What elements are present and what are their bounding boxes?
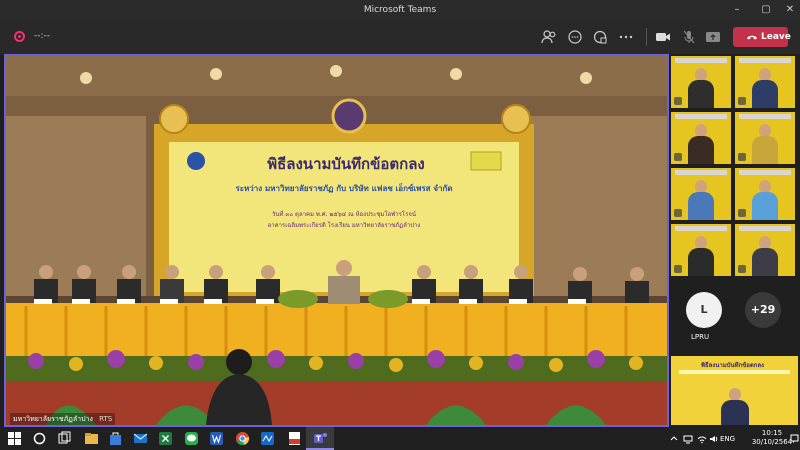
excel-icon[interactable] <box>158 431 173 446</box>
network-icon[interactable] <box>697 434 707 444</box>
system-clock[interactable]: 10:15 30/10/2564 <box>748 429 796 447</box>
participant-body <box>688 136 714 164</box>
close-icon[interactable]: ✕ <box>783 3 797 17</box>
participant-avatar[interactable]: L <box>686 292 722 328</box>
share-screen-icon[interactable] <box>704 28 722 46</box>
store-icon[interactable] <box>108 431 123 446</box>
more-actions-icon[interactable] <box>617 28 635 46</box>
participant-tile[interactable] <box>735 56 795 108</box>
chat-icon[interactable] <box>566 28 584 46</box>
window-title: Microsoft Teams <box>363 5 437 15</box>
windows-start-icon[interactable] <box>7 431 22 446</box>
shared-participant-tile[interactable]: พิธีลงนามบันทึกข้อตกลง <box>671 356 798 425</box>
mic-muted-icon <box>674 209 682 217</box>
participant-tile[interactable] <box>671 168 731 220</box>
microphone-off-icon[interactable] <box>680 28 698 46</box>
recording-icon <box>14 31 25 42</box>
title-bar: Microsoft Teams – ▢ ✕ <box>0 0 800 20</box>
meeting-toolbar: --:-- Leave <box>0 20 800 54</box>
mic-muted-icon <box>674 153 682 161</box>
phone-hangup-icon <box>747 35 757 40</box>
banner-line-3: อาคารเฉลิมพระเกียรติ โรงเรียน มหาวิทยาลั… <box>267 222 421 229</box>
camera-icon[interactable] <box>654 28 672 46</box>
banner-title: พิธีลงนามบันทึกข้อตกลง <box>267 155 425 173</box>
participant-tile[interactable] <box>735 224 795 276</box>
chrome-icon[interactable] <box>235 431 250 446</box>
participant-gallery: L LPRU +29 พิธีลงนามบันทึกข้อตกลง <box>669 54 800 427</box>
file-explorer-icon[interactable] <box>84 431 99 446</box>
tile-subtitle-bar <box>679 370 790 374</box>
participant-tile[interactable] <box>671 56 731 108</box>
input-language[interactable]: ENG <box>720 435 735 443</box>
leave-label: Leave <box>761 32 791 42</box>
clock-date: 30/10/2564 <box>751 438 793 446</box>
windows-taskbar: ENG 10:15 30/10/2564 <box>0 427 800 450</box>
main-video-stage[interactable]: พิธีลงนามบันทึกข้อตกลง ระหว่าง มหาวิทยาล… <box>4 54 669 427</box>
tile-title: พิธีลงนามบันทึกข้อตกลง <box>701 362 764 369</box>
mic-muted-icon <box>738 97 746 105</box>
search-icon[interactable] <box>32 431 47 446</box>
participant-body <box>752 248 778 276</box>
display-icon[interactable] <box>683 434 693 444</box>
banner-line-1: ระหว่าง มหาวิทยาลัยราชภัฏ กับ บริษัท แฟล… <box>235 184 453 193</box>
participants-icon[interactable] <box>540 28 558 46</box>
participant-tile[interactable] <box>735 168 795 220</box>
presenter-caption: มหาวิทยาลัยราชภัฏลำปาง RTS <box>10 413 116 425</box>
pdf-icon[interactable] <box>287 431 302 446</box>
mic-muted-icon <box>674 265 682 273</box>
participant-body <box>688 192 714 220</box>
notification-icon[interactable] <box>790 434 799 443</box>
participant-body <box>752 136 778 164</box>
participant-body <box>688 248 714 276</box>
word-icon[interactable] <box>209 431 224 446</box>
task-view-icon[interactable] <box>57 431 72 446</box>
tile-banner <box>675 58 727 63</box>
minimize-icon[interactable]: – <box>730 3 744 17</box>
tile-banner <box>675 170 727 175</box>
ceremony-video-frame <box>6 56 667 425</box>
presenter-tag: RTS <box>99 415 113 423</box>
toolbar-divider <box>646 28 647 46</box>
presenter-name: มหาวิทยาลัยราชภัฏลำปาง <box>13 415 93 423</box>
mic-muted-icon <box>738 153 746 161</box>
reactions-icon[interactable] <box>591 28 609 46</box>
participant-tile[interactable] <box>735 112 795 164</box>
more-participants-button[interactable]: +29 <box>745 292 781 328</box>
clock-time: 10:15 <box>761 429 783 437</box>
teams-icon <box>314 433 327 443</box>
mic-muted-icon <box>738 265 746 273</box>
teams-taskbar-button[interactable] <box>306 427 334 450</box>
participant-tile[interactable] <box>671 112 731 164</box>
mic-muted-icon <box>738 209 746 217</box>
participant-tile[interactable] <box>671 224 731 276</box>
maximize-icon[interactable]: ▢ <box>759 3 773 17</box>
line-app-icon[interactable] <box>184 431 199 446</box>
tile-banner <box>739 170 791 175</box>
meeting-timer: --:-- <box>34 31 51 41</box>
participant-body <box>688 80 714 108</box>
participant-body <box>721 400 749 425</box>
tile-banner <box>675 226 727 231</box>
chevron-up-icon[interactable] <box>670 435 678 443</box>
tile-banner <box>739 114 791 119</box>
volume-icon[interactable] <box>709 434 719 444</box>
participant-body <box>752 80 778 108</box>
mail-icon[interactable] <box>133 431 148 446</box>
tile-banner <box>739 58 791 63</box>
banner-line-2: วันที่ ๓๐ ตุลาคม พ.ศ. ๒๕๖๔ ณ ห้องประชุมโ… <box>272 211 416 218</box>
tile-banner <box>675 114 727 119</box>
participant-body <box>752 192 778 220</box>
avatar-name: LPRU <box>691 333 710 341</box>
tile-banner <box>739 226 791 231</box>
mic-muted-icon <box>674 97 682 105</box>
leave-button[interactable]: Leave <box>733 27 791 47</box>
remote-app-icon[interactable] <box>260 431 275 446</box>
